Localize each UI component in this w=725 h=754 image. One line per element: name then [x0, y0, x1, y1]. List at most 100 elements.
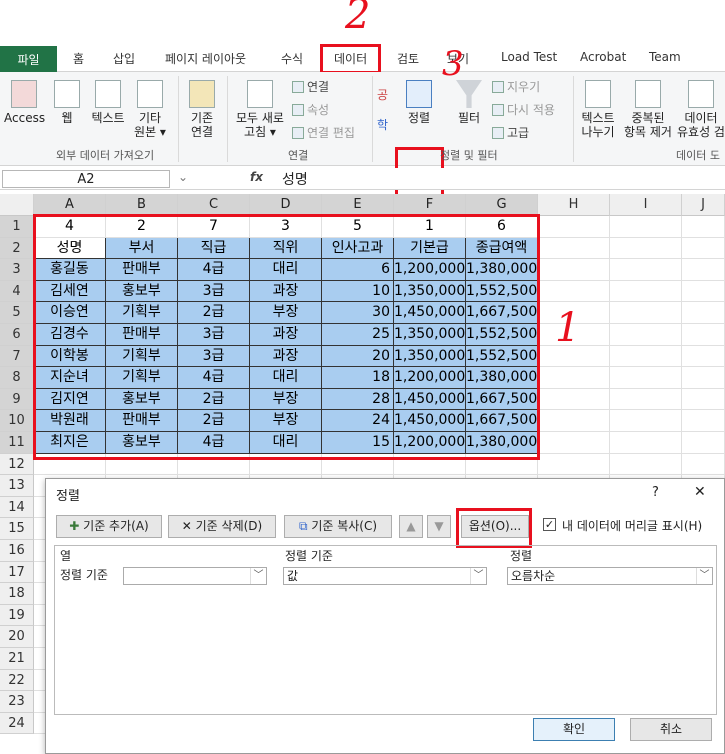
column-header-G[interactable]: G	[466, 194, 538, 216]
close-button[interactable]: ✕	[694, 484, 706, 500]
empty-cell[interactable]	[538, 237, 610, 260]
move-up-button[interactable]: ▲	[399, 515, 423, 538]
empty-cell[interactable]	[610, 388, 682, 411]
row-header-17[interactable]: 17	[0, 561, 34, 584]
row-header-23[interactable]: 23	[0, 691, 34, 713]
name-box[interactable]: A2	[2, 170, 170, 188]
row-header-2[interactable]: 2	[0, 237, 34, 260]
help-button[interactable]: ?	[652, 485, 659, 500]
properties-button[interactable]: 속성	[292, 101, 329, 118]
row-header-4[interactable]: 4	[0, 280, 34, 303]
data-validation-button[interactable]: 데이터 유효성 검	[677, 80, 725, 139]
column-header-F[interactable]: F	[394, 194, 466, 216]
sort-asc-button[interactable]: 공	[377, 86, 388, 103]
sort-on-select[interactable]: 값 ﹀	[283, 567, 487, 585]
connections-button[interactable]: 연결	[292, 78, 329, 95]
row-header-9[interactable]: 9	[0, 388, 34, 411]
column-header-D[interactable]: D	[250, 194, 322, 216]
empty-cell[interactable]	[610, 259, 682, 281]
order-select[interactable]: 오름차순 ﹀	[507, 567, 713, 585]
empty-cell[interactable]	[538, 259, 610, 281]
sort-column-select[interactable]: ﹀	[123, 567, 267, 585]
empty-cell[interactable]	[682, 324, 725, 346]
copy-level-button[interactable]: ⧉ 기준 복사(C)	[284, 515, 392, 538]
row-header-12[interactable]: 12	[0, 453, 34, 476]
empty-cell[interactable]	[610, 432, 682, 454]
advanced-button[interactable]: 고급	[492, 124, 529, 141]
refresh-all-button[interactable]: 모두 새로 고침 ▾	[232, 80, 288, 139]
reapply-button[interactable]: 다시 적용	[492, 101, 555, 118]
tab-review[interactable]: 검토	[397, 50, 419, 67]
add-level-button[interactable]: ✚ 기준 추가(A)	[56, 515, 162, 538]
column-header-E[interactable]: E	[322, 194, 394, 216]
empty-cell[interactable]	[538, 367, 610, 389]
empty-cell[interactable]	[610, 280, 682, 303]
column-header-H[interactable]: H	[538, 194, 610, 216]
delete-level-button[interactable]: ✕ 기준 삭제(D)	[168, 515, 276, 538]
empty-cell[interactable]	[682, 345, 725, 368]
empty-cell[interactable]	[538, 216, 610, 238]
empty-cell[interactable]	[610, 302, 682, 324]
row-header-21[interactable]: 21	[0, 648, 34, 670]
tab-acrobat[interactable]: Acrobat	[580, 50, 626, 64]
empty-cell[interactable]	[610, 345, 682, 368]
empty-cell[interactable]	[682, 453, 725, 476]
formula-cancel-icon[interactable]: ⌄	[178, 170, 188, 184]
empty-cell[interactable]	[682, 410, 725, 432]
column-header-I[interactable]: I	[610, 194, 682, 216]
empty-cell[interactable]	[610, 237, 682, 260]
empty-cell[interactable]	[682, 216, 725, 238]
empty-cell[interactable]	[682, 237, 725, 260]
row-header-20[interactable]: 20	[0, 626, 34, 648]
row-header-8[interactable]: 8	[0, 367, 34, 389]
empty-cell[interactable]	[682, 388, 725, 411]
clear-button[interactable]: 지우기	[492, 78, 540, 95]
tab-formulas[interactable]: 수식	[281, 50, 303, 67]
filter-button[interactable]: 필터	[452, 80, 486, 125]
row-header-24[interactable]: 24	[0, 712, 34, 735]
column-header-C[interactable]: C	[178, 194, 250, 216]
empty-cell[interactable]	[610, 367, 682, 389]
column-header-A[interactable]: A	[34, 194, 106, 216]
empty-cell[interactable]	[538, 388, 610, 411]
empty-cell[interactable]	[538, 280, 610, 303]
column-header-B[interactable]: B	[106, 194, 178, 216]
tab-file[interactable]: 파일	[0, 46, 57, 72]
tab-load-test[interactable]: Load Test	[501, 50, 557, 64]
cancel-button[interactable]: 취소	[630, 718, 712, 741]
row-header-13[interactable]: 13	[0, 475, 34, 497]
access-button[interactable]: Access	[4, 80, 45, 125]
empty-cell[interactable]	[610, 453, 682, 476]
tab-insert[interactable]: 삽입	[113, 50, 135, 67]
remove-duplicates-button[interactable]: 중복된 항목 제거	[620, 80, 676, 139]
sort-button[interactable]: 정렬	[400, 80, 438, 125]
row-header-6[interactable]: 6	[0, 324, 34, 346]
existing-connections-button[interactable]: 기존 연결	[185, 80, 219, 139]
text-to-columns-button[interactable]: 텍스트 나누기	[578, 80, 618, 139]
other-sources-button[interactable]: 기타 원본 ▾	[132, 80, 168, 139]
empty-cell[interactable]	[682, 302, 725, 324]
empty-cell[interactable]	[538, 410, 610, 432]
edit-links-button[interactable]: 연결 편집	[292, 124, 355, 141]
row-header-1[interactable]: 1	[0, 216, 34, 238]
empty-cell[interactable]	[538, 432, 610, 454]
move-down-button[interactable]: ▼	[427, 515, 451, 538]
tab-team[interactable]: Team	[649, 50, 681, 64]
empty-cell[interactable]	[682, 367, 725, 389]
row-header-15[interactable]: 15	[0, 518, 34, 540]
text-button[interactable]: 텍스트	[88, 80, 128, 125]
select-all-corner[interactable]	[0, 194, 34, 216]
fx-icon[interactable]: fx	[250, 170, 263, 184]
empty-cell[interactable]	[682, 280, 725, 303]
sort-desc-button[interactable]: 학	[377, 116, 388, 133]
web-button[interactable]: 웹	[52, 80, 82, 125]
row-header-14[interactable]: 14	[0, 496, 34, 519]
row-header-3[interactable]: 3	[0, 259, 34, 281]
empty-cell[interactable]	[610, 410, 682, 432]
row-header-16[interactable]: 16	[0, 540, 34, 562]
column-header-J[interactable]: J	[682, 194, 725, 216]
empty-cell[interactable]	[610, 216, 682, 238]
ok-button[interactable]: 확인	[533, 718, 615, 741]
tab-home[interactable]: 홈	[73, 50, 84, 67]
row-header-18[interactable]: 18	[0, 583, 34, 605]
